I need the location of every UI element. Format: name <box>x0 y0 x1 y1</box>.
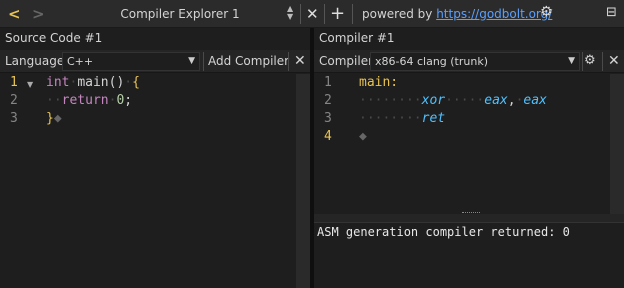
plus-icon[interactable]: + <box>330 3 345 24</box>
token: return <box>61 93 109 108</box>
add-compiler-button[interactable]: Add Compiler <box>208 54 289 68</box>
chevron-right-icon[interactable]: > <box>32 5 45 23</box>
code-line: }◆ <box>46 111 62 126</box>
powered-by: powered by https://godbolt.org/ <box>362 7 552 21</box>
asm-editor[interactable]: main: ········xor·····eax,·eax ········r… <box>359 74 547 146</box>
grip-icon[interactable] <box>462 212 480 215</box>
tab-source-code[interactable]: Source Code #1 <box>0 28 310 49</box>
top-bar: < > Compiler Explorer 1 ▲ ▼ ✕ + powered b… <box>0 0 624 28</box>
divider <box>203 52 204 71</box>
tab-compiler[interactable]: Compiler #1 <box>314 28 624 49</box>
compiler-label: Compiler: <box>319 54 377 68</box>
sort-updown-icon[interactable]: ▲ ▼ <box>287 5 293 21</box>
divider <box>300 4 301 24</box>
language-select[interactable]: C++ ▼ <box>62 52 200 71</box>
session-title[interactable]: Compiler Explorer 1 <box>60 7 300 21</box>
asm-gutter: 1 2 3 4 <box>314 74 356 214</box>
close-icon[interactable]: ✕ <box>306 5 319 23</box>
output-resize-handle[interactable] <box>314 214 624 222</box>
close-icon[interactable]: ✕ <box>608 53 620 69</box>
layout-panel-icon[interactable]: ⊟ <box>606 5 617 20</box>
chevron-down-icon: ▼ <box>568 56 575 66</box>
output-text: ASM generation compiler returned: 0 <box>317 225 570 239</box>
fold-arrow-icon[interactable]: ▼ <box>27 80 33 89</box>
code-line: ········xor·····eax,·eax <box>359 93 547 108</box>
godbolt-link[interactable]: https://godbolt.org/ <box>436 7 552 21</box>
language-value: C++ <box>67 55 94 68</box>
divider <box>582 52 583 71</box>
chevron-left-icon[interactable]: < <box>8 5 21 23</box>
divider <box>352 4 353 24</box>
code-line: int·main()·{ <box>46 75 140 90</box>
powered-by-text: powered by <box>362 7 433 21</box>
line-number: 3 <box>324 111 332 126</box>
asm-scrollbar[interactable] <box>610 74 624 214</box>
token: xor <box>421 93 446 108</box>
line-number: 3 <box>10 111 18 126</box>
line-number: 2 <box>324 93 332 108</box>
close-icon[interactable]: ✕ <box>294 53 306 69</box>
line-number: 1 <box>10 75 18 90</box>
source-toolbar: Language: C++ ▼ Add Compiler ✕ <box>0 50 310 73</box>
token: , <box>507 93 516 108</box>
source-scrollbar[interactable] <box>296 74 310 288</box>
compiler-toolbar: Compiler: x86-64 clang (trunk) ▼ ⚙ ✕ <box>314 50 624 73</box>
token: ; <box>124 93 133 108</box>
token: eax <box>484 93 508 108</box>
token: eax <box>523 93 547 108</box>
divider <box>324 4 325 24</box>
code-line: main: <box>359 74 547 92</box>
token: main() <box>77 75 125 90</box>
code-line: ··return·0; <box>46 93 133 108</box>
code-line: ◆ <box>359 129 367 144</box>
compiler-select[interactable]: x86-64 clang (trunk) ▼ <box>370 52 580 71</box>
token: { <box>132 75 140 90</box>
source-gutter: 1 2 3 <box>0 74 42 288</box>
line-number: 1 <box>324 75 332 90</box>
code-line: ········ret <box>359 111 446 126</box>
line-number: 4 <box>324 129 332 144</box>
token: } <box>46 111 54 126</box>
compiler-output: ASM generation compiler returned: 0 <box>314 222 624 288</box>
compiler-value: x86-64 clang (trunk) <box>375 55 488 68</box>
chevron-down-icon: ▼ <box>188 56 195 66</box>
divider <box>288 52 289 71</box>
language-label: Language: <box>5 54 69 68</box>
gear-icon[interactable]: ⚙ <box>584 53 596 68</box>
source-editor[interactable]: int·main()·{ ··return·0; }◆ <box>46 74 140 128</box>
line-number: 2 <box>10 93 18 108</box>
divider <box>602 52 603 71</box>
token: ret <box>421 111 446 126</box>
token: main: <box>359 75 399 90</box>
token: int <box>46 75 70 90</box>
gear-icon[interactable]: ⚙ <box>540 4 553 20</box>
